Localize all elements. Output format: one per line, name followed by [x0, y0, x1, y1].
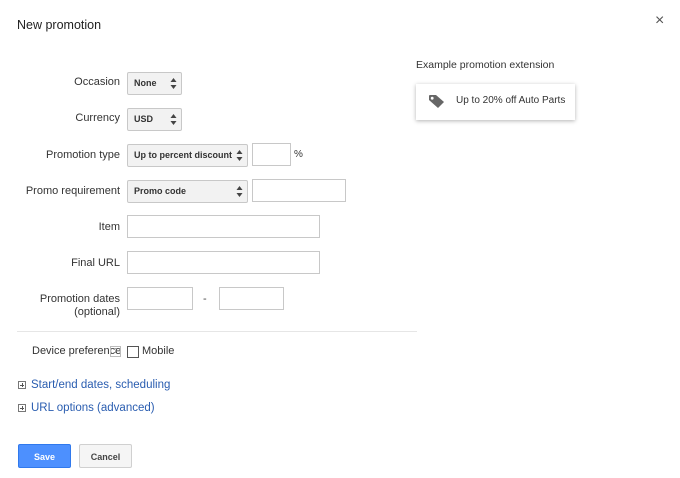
sort-arrows-icon: [170, 78, 177, 89]
promo-requirement-label: Promo requirement: [25, 185, 120, 197]
close-icon[interactable]: ×: [655, 12, 664, 30]
sort-arrows-icon: [236, 186, 243, 197]
promo-requirement-select[interactable]: Promo code: [127, 180, 248, 203]
cancel-button[interactable]: Cancel: [79, 444, 132, 468]
preview-heading: Example promotion extension: [416, 59, 555, 71]
promotion-type-label: Promotion type: [46, 149, 120, 161]
item-label: Item: [98, 221, 120, 233]
expand-plus-icon: [18, 404, 26, 412]
promotion-type-select[interactable]: Up to percent discount: [127, 144, 248, 167]
dialog-title: New promotion: [17, 18, 102, 32]
url-options-link[interactable]: URL options (advanced): [31, 402, 155, 414]
save-button[interactable]: Save: [18, 444, 71, 468]
sort-arrows-icon: [170, 114, 177, 125]
expand-plus-icon: [18, 381, 26, 389]
promotion-dates-label-line2: (optional): [74, 306, 120, 318]
device-preference-label: Device preference: [32, 345, 122, 357]
percent-input[interactable]: [252, 143, 291, 166]
tag-icon: [429, 95, 444, 108]
final-url-input[interactable]: [127, 251, 320, 274]
promo-code-input[interactable]: [252, 179, 346, 202]
end-date-input[interactable]: [219, 287, 284, 310]
percent-unit: %: [294, 149, 303, 160]
start-date-input[interactable]: [127, 287, 193, 310]
currency-select[interactable]: USD: [127, 108, 182, 131]
mobile-checkbox-label: Mobile: [142, 345, 175, 357]
occasion-select[interactable]: None: [127, 72, 182, 95]
preview-text: Up to 20% off Auto Parts: [456, 95, 566, 106]
promo-requirement-select-value: Promo code: [134, 186, 187, 196]
help-icon[interactable]: ?: [110, 346, 121, 357]
promotion-type-select-value: Up to percent discount: [134, 150, 233, 160]
promotion-dates-label-line1: Promotion dates: [39, 293, 120, 305]
mobile-checkbox[interactable]: [127, 346, 139, 358]
item-input[interactable]: [127, 215, 320, 238]
date-separator: -: [203, 293, 207, 305]
final-url-label: Final URL: [71, 257, 120, 269]
section-divider: [17, 331, 417, 332]
sort-arrows-icon: [236, 150, 243, 161]
occasion-select-value: None: [134, 78, 157, 88]
currency-label: Currency: [75, 112, 120, 124]
scheduling-link[interactable]: Start/end dates, scheduling: [31, 379, 170, 391]
occasion-label: Occasion: [74, 76, 120, 88]
promotion-preview-card: Up to 20% off Auto Parts: [416, 84, 575, 120]
currency-select-value: USD: [134, 114, 154, 124]
promotion-dates-label: Promotion dates (optional): [20, 293, 120, 319]
